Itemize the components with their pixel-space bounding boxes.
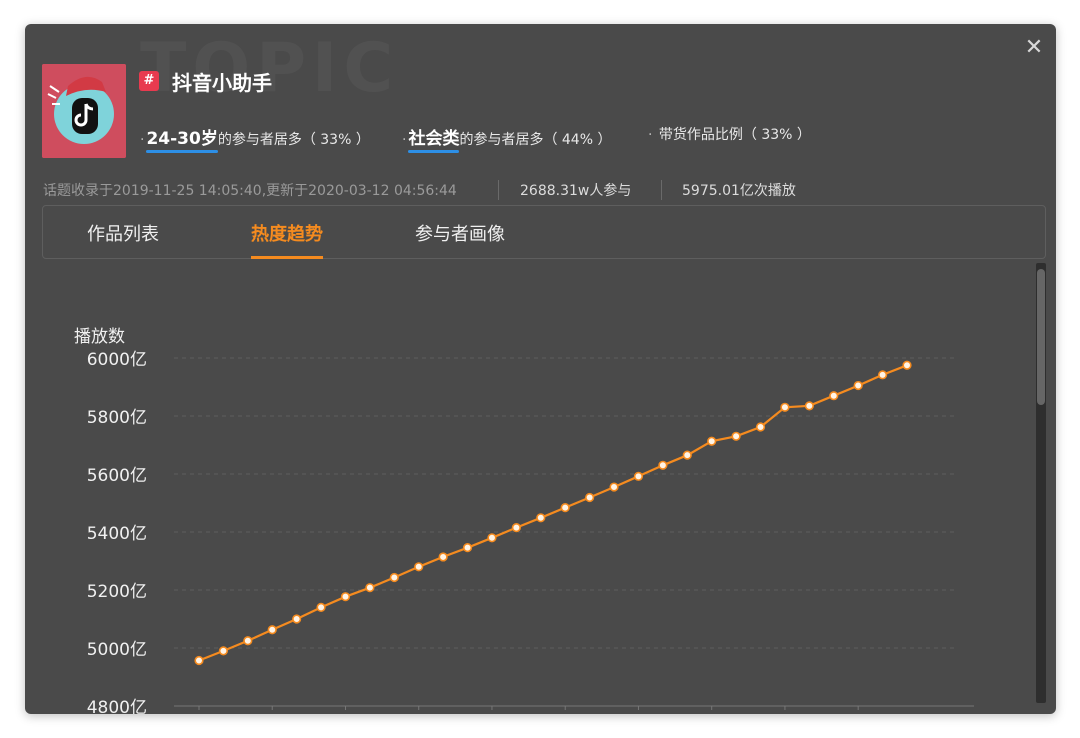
- y-tick-label: 5400亿: [87, 524, 147, 544]
- data-point: [340, 592, 351, 602]
- data-point: [682, 450, 692, 460]
- data-point: [707, 436, 717, 446]
- tab-bar: 作品列表 热度趋势 参与者画像: [42, 205, 1046, 259]
- tag-commerce-text: 带货作品比例（ 33% ）: [658, 127, 811, 143]
- tag-age: · 24-30岁的参与者居多（ 33% ）: [140, 129, 370, 149]
- y-tick-label: 6000亿: [87, 350, 147, 370]
- tag-category-highlight: 社会类: [408, 129, 460, 149]
- meta-divider: [498, 180, 499, 200]
- data-point: [462, 543, 473, 553]
- tab-works[interactable]: 作品列表: [87, 220, 159, 246]
- tab-participants[interactable]: 参与者画像: [415, 220, 505, 246]
- tag-commerce: · 带货作品比例（ 33% ）: [648, 127, 811, 143]
- data-point: [780, 402, 790, 412]
- data-point: [218, 646, 229, 656]
- data-point: [633, 471, 644, 481]
- y-tick-label: 5600亿: [87, 466, 147, 486]
- data-point: [804, 401, 814, 411]
- scrollbar-thumb[interactable]: [1037, 269, 1045, 405]
- tag-category: · 社会类的参与者居多（ 44% ）: [402, 129, 612, 149]
- trend-chart-svg: 播放数6000亿5800亿5600亿5400亿5200亿5000亿4800亿02…: [74, 327, 974, 714]
- data-point: [585, 492, 595, 503]
- close-icon[interactable]: ✕: [1020, 34, 1048, 62]
- data-point: [731, 431, 741, 441]
- tag-category-text: 的参与者居多（ 44% ）: [459, 132, 612, 148]
- data-point: [560, 503, 570, 513]
- data-point: [511, 523, 521, 533]
- plays-count: 5975.01亿次播放: [682, 183, 796, 199]
- data-point: [194, 655, 204, 666]
- data-point: [853, 380, 863, 391]
- data-point: [365, 583, 375, 593]
- data-point: [902, 360, 912, 370]
- series-line: [198, 364, 908, 662]
- data-point: [609, 482, 619, 492]
- tag-age-highlight: 24-30岁: [146, 129, 218, 149]
- meta-divider: [661, 180, 662, 200]
- topic-title: 抖音小助手: [172, 71, 272, 95]
- participants-count: 2688.31w人参与: [520, 183, 632, 199]
- data-point: [438, 552, 448, 562]
- y-tick-label: 5800亿: [87, 408, 147, 428]
- scrollbar[interactable]: [1036, 263, 1046, 703]
- data-point: [316, 602, 326, 613]
- y-axis-label: 播放数: [74, 327, 125, 347]
- y-tick-label: 4800亿: [87, 698, 147, 714]
- trend-chart: 播放数6000亿5800亿5600亿5400亿5200亿5000亿4800亿02…: [42, 259, 1042, 714]
- topic-window: TOPIC ✕ # 抖音小助手 ·24-30岁的参与者居多（ 33% ） ·社会…: [25, 24, 1056, 714]
- y-tick-label: 5200亿: [87, 582, 147, 602]
- tag-age-text: 的参与者居多（ 33% ）: [217, 132, 370, 148]
- data-point: [487, 533, 497, 543]
- topic-logo: [42, 64, 126, 158]
- collected-time: 话题收录于2019-11-25 14:05:40,更新于2020-03-12 0…: [43, 183, 457, 199]
- data-point: [292, 614, 302, 624]
- data-point: [829, 391, 839, 401]
- data-point: [877, 370, 888, 380]
- y-tick-label: 5000亿: [87, 640, 147, 660]
- data-point: [243, 636, 253, 646]
- data-point: [536, 513, 546, 523]
- data-point: [389, 572, 399, 583]
- hashtag-icon: #: [139, 71, 159, 91]
- data-point: [755, 422, 766, 432]
- data-point: [414, 562, 424, 572]
- data-point: [267, 625, 277, 635]
- tab-trend[interactable]: 热度趋势: [251, 220, 323, 259]
- data-point: [658, 460, 668, 470]
